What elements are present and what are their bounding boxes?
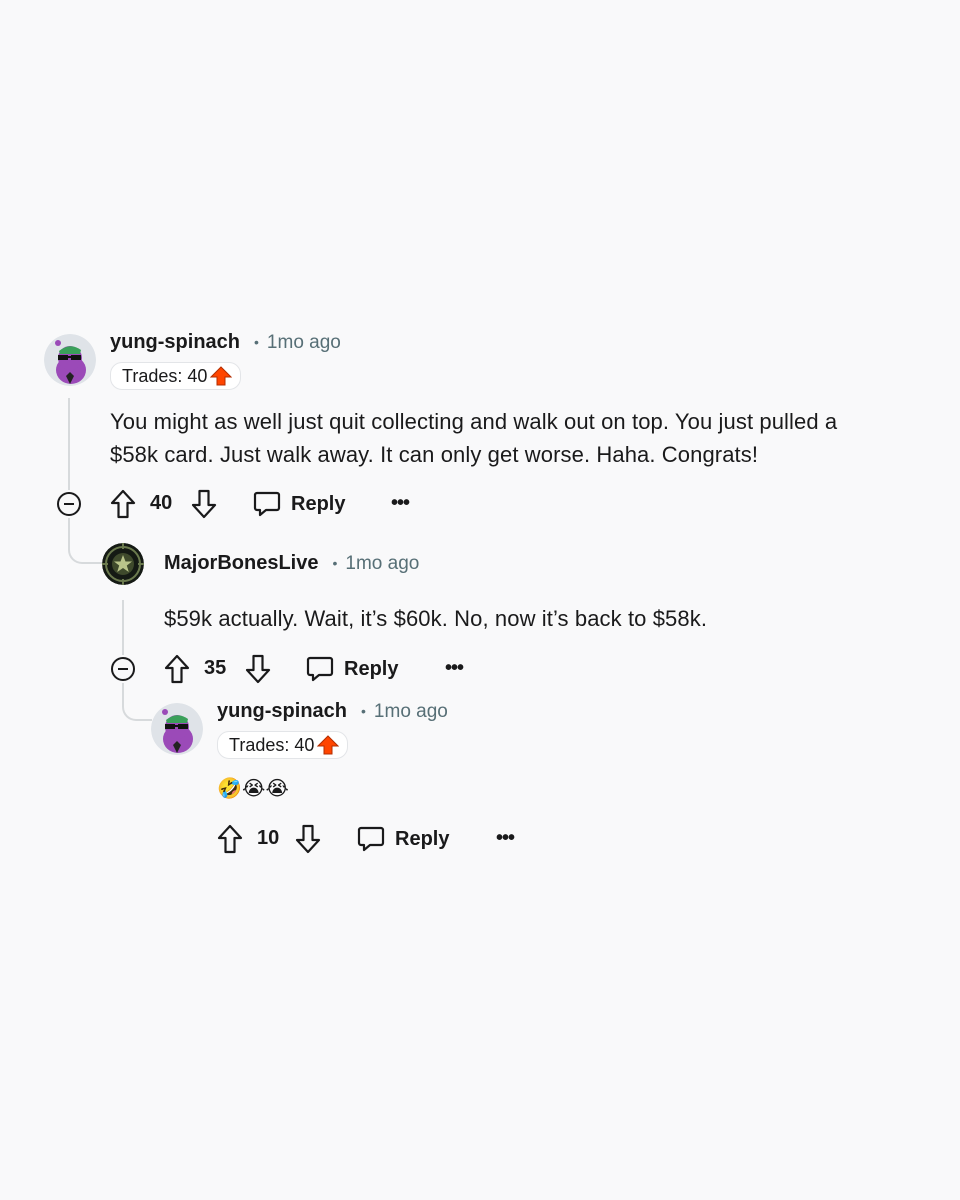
thread-line — [68, 398, 70, 490]
avatar[interactable] — [44, 334, 96, 386]
more-options-button[interactable]: ••• — [445, 657, 464, 680]
upvote-icon — [164, 654, 190, 684]
downvote-icon — [295, 824, 321, 854]
downvote-icon — [245, 654, 271, 684]
username-link[interactable]: yung-spinach — [110, 331, 240, 354]
downvote-button[interactable] — [295, 824, 321, 854]
flair-text: Trades: 40 — [229, 734, 315, 755]
separator-dot: • — [254, 333, 259, 350]
downvote-icon — [191, 489, 217, 519]
comment-body: 🤣😭😭 — [217, 778, 289, 800]
comment-body: $59k actually. Wait, it’s $60k. No, now … — [164, 606, 708, 631]
comment-body-line: $58k card. Just walk away. It can only g… — [110, 442, 759, 467]
thread-connector — [122, 683, 152, 721]
username-link[interactable]: MajorBonesLive — [164, 552, 318, 575]
flair-text: Trades: 40 — [122, 365, 208, 386]
collapse-thread-button[interactable] — [57, 492, 81, 516]
user-flair: Trades: 40 — [110, 362, 242, 390]
timestamp[interactable]: 1mo ago — [374, 701, 448, 723]
timestamp[interactable]: 1mo ago — [267, 332, 341, 354]
upvote-icon — [217, 824, 243, 854]
timestamp[interactable]: 1mo ago — [345, 553, 419, 575]
reply-button[interactable]: Reply — [357, 825, 449, 853]
red-up-arrow-icon — [317, 735, 340, 755]
upvote-button[interactable] — [164, 654, 190, 684]
comment-header: MajorBonesLive • 1mo ago — [164, 552, 419, 575]
avatar[interactable] — [151, 703, 203, 755]
upvote-button[interactable] — [217, 824, 243, 854]
comment-header: yung-spinach • 1mo ago — [217, 700, 448, 723]
reply-button[interactable]: Reply — [306, 655, 398, 683]
avatar[interactable] — [102, 543, 144, 585]
downvote-button[interactable] — [245, 654, 271, 684]
upvote-button[interactable] — [110, 489, 136, 519]
upvote-icon — [110, 489, 136, 519]
downvote-button[interactable] — [191, 489, 217, 519]
thread-connector — [68, 518, 104, 564]
comment-bubble-icon — [306, 656, 334, 682]
comment-thread: yung-spinach • 1mo ago Trades: 40 You mi… — [0, 0, 960, 1200]
reply-button[interactable]: Reply — [253, 490, 345, 518]
user-flair: Trades: 40 — [217, 731, 349, 759]
comment-bubble-icon — [357, 826, 385, 852]
collapse-thread-button[interactable] — [111, 657, 135, 681]
username-link[interactable]: yung-spinach — [217, 700, 347, 723]
reply-label: Reply — [344, 657, 399, 680]
reply-label: Reply — [395, 827, 450, 850]
comment-header: yung-spinach • 1mo ago — [110, 331, 341, 354]
vote-score: 40 — [150, 492, 173, 514]
comment-bubble-icon — [253, 491, 281, 517]
thread-line — [122, 600, 124, 655]
comment-body: You might as well just quit collecting a… — [110, 405, 930, 471]
more-options-button[interactable]: ••• — [496, 827, 515, 850]
more-options-button[interactable]: ••• — [391, 492, 410, 515]
red-up-arrow-icon — [210, 366, 233, 386]
separator-dot: • — [361, 702, 366, 719]
comment-body-line: You might as well just quit collecting a… — [110, 409, 838, 434]
vote-score: 35 — [204, 657, 227, 679]
separator-dot: • — [332, 554, 338, 571]
reply-label: Reply — [291, 492, 346, 515]
vote-score: 10 — [257, 827, 280, 849]
